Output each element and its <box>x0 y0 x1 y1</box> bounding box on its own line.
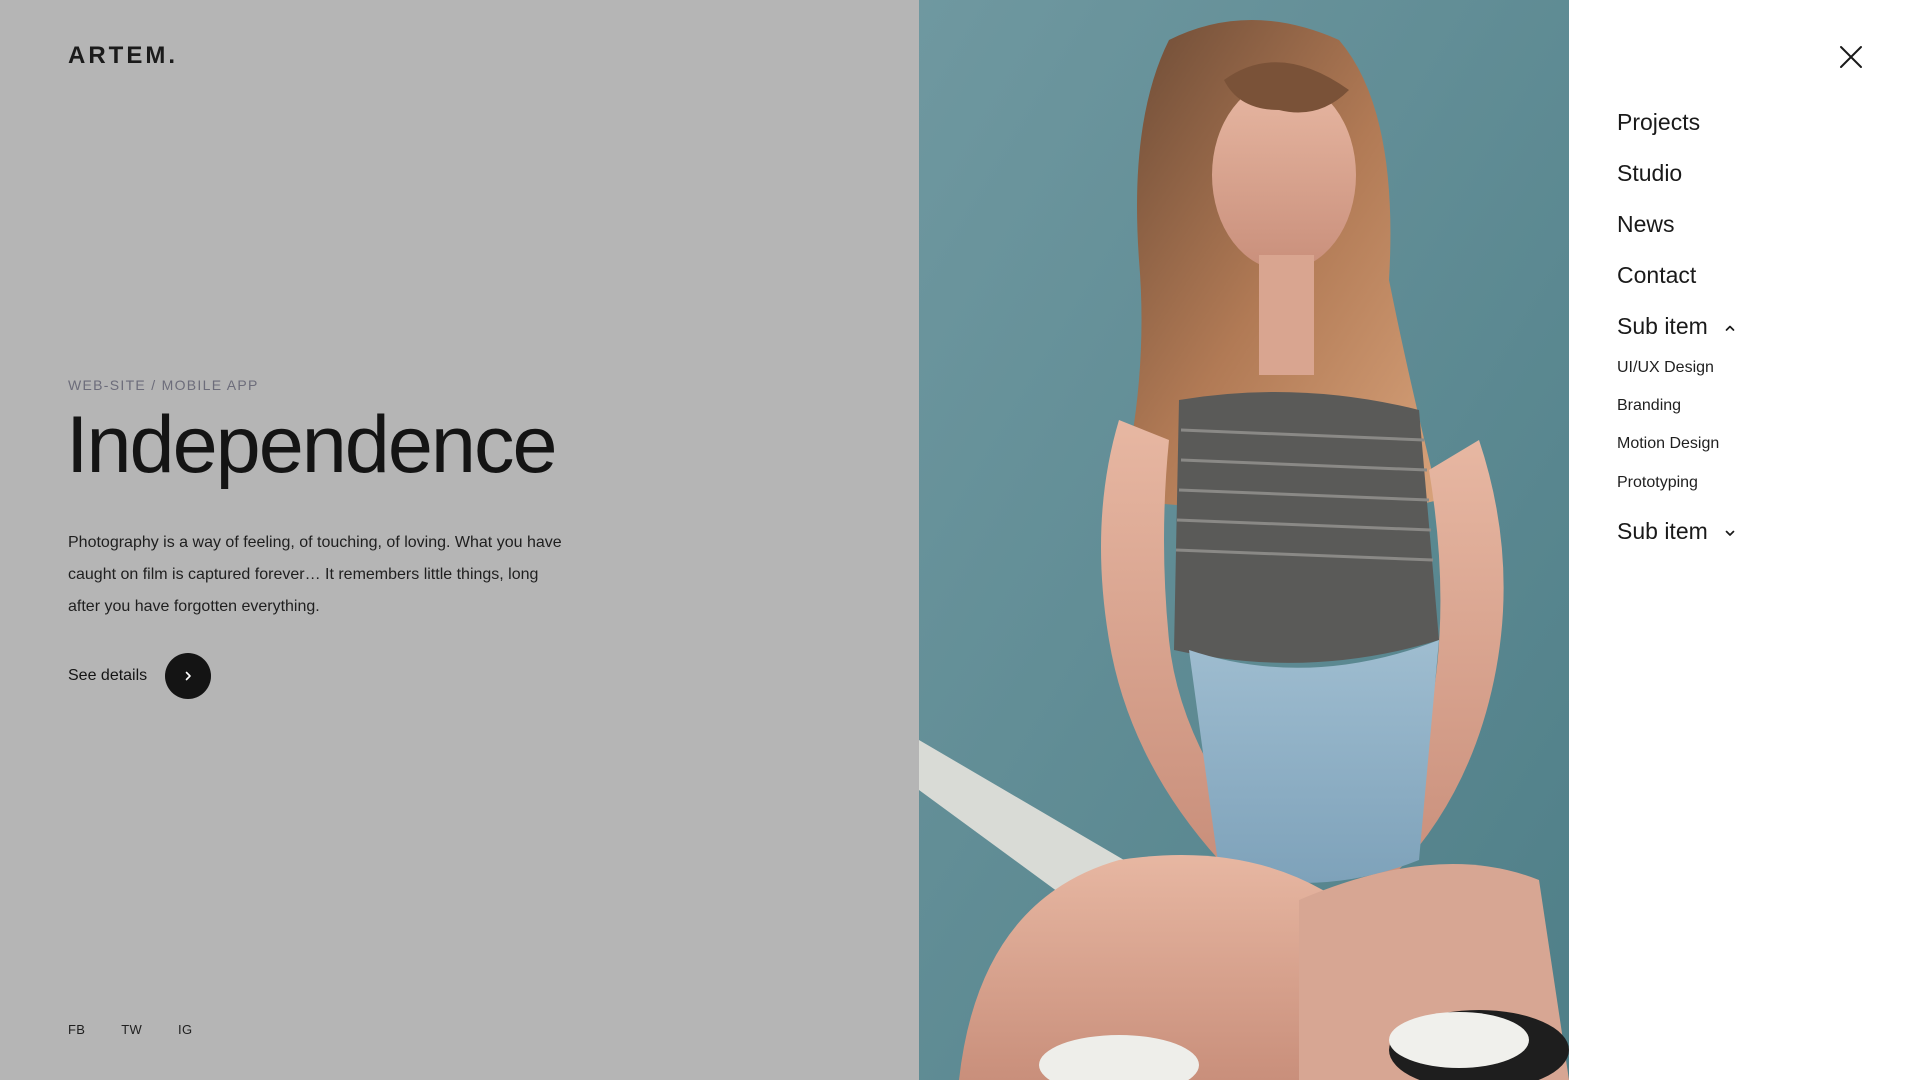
hero-photo <box>919 0 1569 1080</box>
chevron-down-icon <box>1725 530 1735 536</box>
project-title: Independence <box>66 400 557 490</box>
see-details-label: See details <box>68 667 148 684</box>
chevron-right-icon <box>185 671 191 681</box>
close-icon[interactable] <box>1839 45 1863 69</box>
menu-item-sub-label: Sub item <box>1617 518 1708 544</box>
submenu-item-uiux[interactable]: UI/UX Design <box>1617 358 1714 378</box>
see-details-link[interactable]: See details <box>68 653 212 699</box>
see-details-button[interactable] <box>165 653 212 699</box>
menu-item-sub-collapsed[interactable]: Sub item <box>1617 517 1736 545</box>
social-link-ig[interactable]: IG <box>178 1022 192 1037</box>
menu-item-news[interactable]: News <box>1617 210 1675 238</box>
hero-photo-illustration <box>919 0 1569 1080</box>
menu-item-projects[interactable]: Projects <box>1617 108 1700 136</box>
social-link-tw[interactable]: TW <box>121 1022 142 1037</box>
menu-item-sub-label: Sub item <box>1617 313 1708 339</box>
chevron-up-icon <box>1725 325 1735 331</box>
menu-item-studio[interactable]: Studio <box>1617 159 1682 187</box>
menu-item-sub-expanded[interactable]: Sub item <box>1617 312 1736 340</box>
submenu-item-branding[interactable]: Branding <box>1617 396 1681 416</box>
project-description: Photography is a way of feeling, of touc… <box>68 534 562 615</box>
logo[interactable]: ARTEM. <box>68 42 178 70</box>
social-links: FB TW IG <box>68 1022 192 1037</box>
social-link-fb[interactable]: FB <box>68 1022 85 1037</box>
page: ARTEM. WEB-SITE / MOBILE APP Independenc… <box>0 0 1920 1080</box>
submenu-item-prototyping[interactable]: Prototyping <box>1617 473 1698 493</box>
menu-item-contact[interactable]: Contact <box>1617 261 1696 289</box>
submenu-item-motion-design[interactable]: Motion Design <box>1617 434 1719 454</box>
hero-section: ARTEM. WEB-SITE / MOBILE APP Independenc… <box>0 0 919 1080</box>
project-category: WEB-SITE / MOBILE APP <box>68 377 259 393</box>
